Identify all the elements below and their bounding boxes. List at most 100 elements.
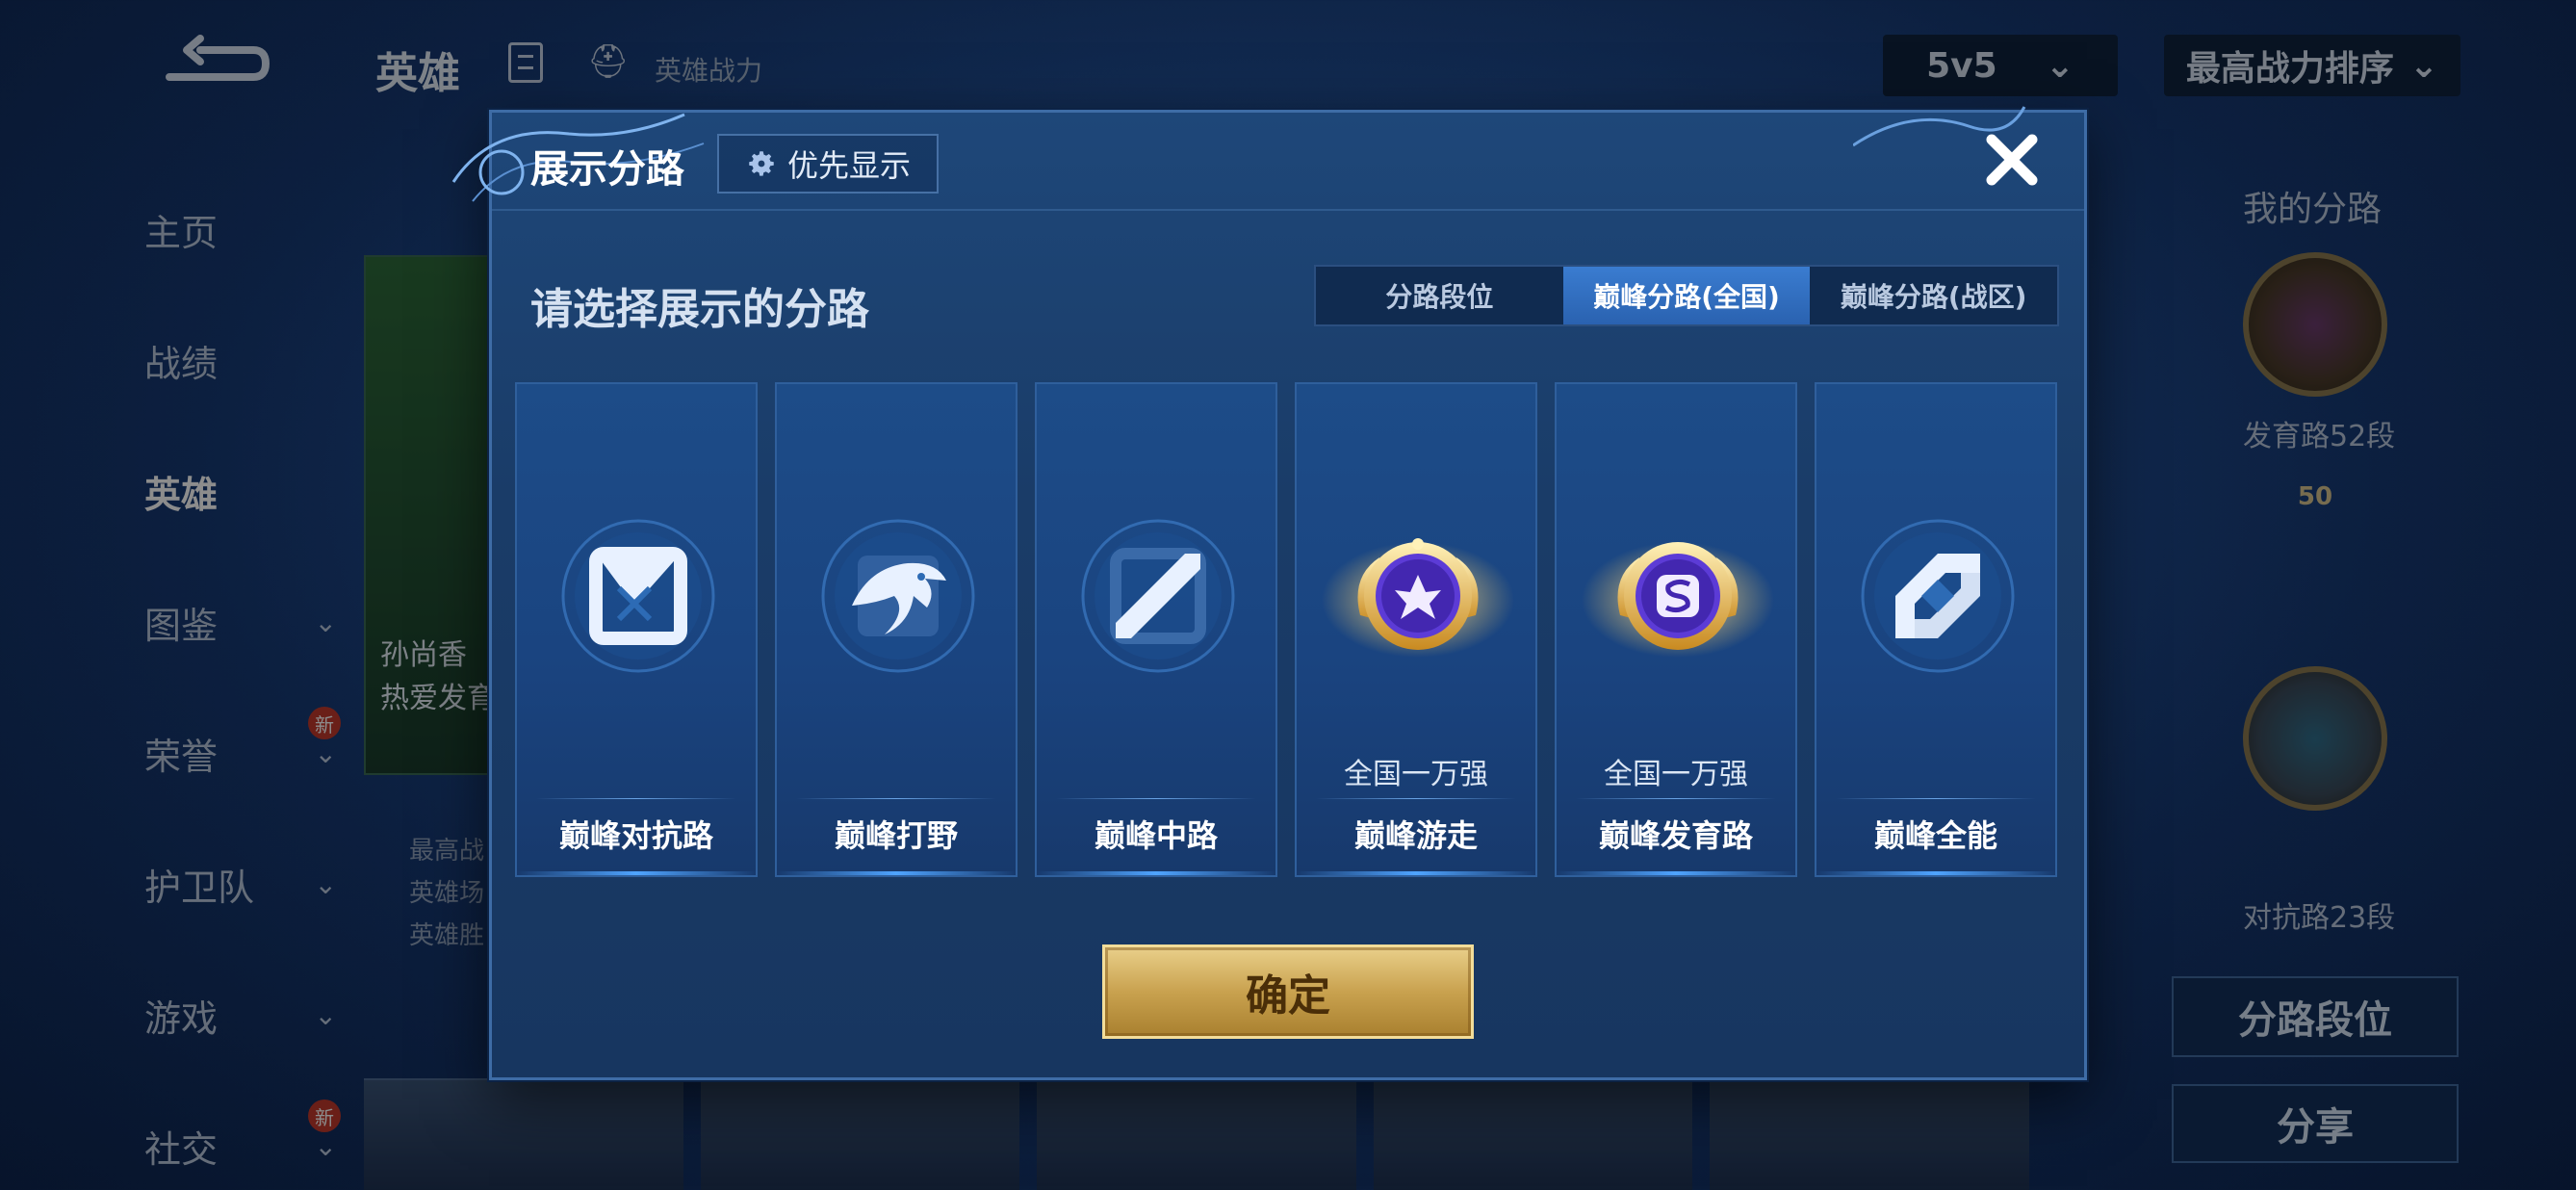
- lane-display-dialog: 展示分路 优先显示 请选择展示的分路 分路段位 巅峰分路(全国) 巅峰分路(战区…: [451, 106, 2087, 1080]
- hero-card-tag: 热爱发育: [380, 682, 496, 715]
- hero-power-label[interactable]: 英雄战力: [655, 50, 762, 89]
- tab-peak-national[interactable]: 巅峰分路(全国): [1562, 267, 1811, 324]
- hero-thumb[interactable]: [1037, 1078, 1356, 1190]
- stat-line: 英雄胜: [409, 921, 485, 950]
- nav-label: 战绩: [144, 342, 219, 385]
- lane-card-allround[interactable]: 巅峰全能: [1815, 382, 2057, 877]
- chevron-down-icon: ⌄: [2045, 45, 2074, 86]
- close-icon: [1986, 134, 2038, 186]
- nav-item-game[interactable]: 游戏 ⌄: [144, 949, 337, 1080]
- header-divider: [492, 209, 2084, 211]
- sort-select[interactable]: 最高战力排序 ⌄: [2164, 35, 2460, 96]
- lane-rank: 全国一万强: [1344, 758, 1488, 791]
- hero-thumb[interactable]: [1373, 1078, 1693, 1190]
- card-glow: [1037, 871, 1275, 875]
- lane-card-farm[interactable]: 全国一万强 巅峰发育路: [1555, 382, 1797, 877]
- back-arrow-icon[interactable]: [162, 35, 272, 89]
- card-glow: [1557, 871, 1795, 875]
- card-glow: [517, 871, 756, 875]
- chevron-down-icon: ⌄: [314, 737, 337, 769]
- lane-label: 巅峰中路: [1094, 817, 1218, 854]
- nav-label: 荣誉: [144, 735, 219, 778]
- nav-label: 主页: [144, 211, 219, 254]
- hero-list: [364, 1078, 2029, 1190]
- lane1-label: 发育路52段: [2243, 420, 2396, 453]
- clash-lane-emblem-icon: [2243, 666, 2387, 811]
- nav-item-guard[interactable]: 护卫队 ⌄: [144, 818, 337, 949]
- tab-lane-rank[interactable]: 分路段位: [1316, 267, 1563, 324]
- dialog-title: 展示分路: [530, 147, 684, 192]
- nav-label: 护卫队: [144, 866, 255, 909]
- priority-label: 优先显示: [786, 147, 911, 184]
- clash-lane-icon: [561, 519, 715, 673]
- priority-display-button[interactable]: 优先显示: [717, 134, 939, 194]
- lane2-label: 对抗路23段: [2243, 901, 2396, 935]
- nav-label: 英雄: [144, 473, 219, 516]
- stat-line: 英雄场: [409, 879, 485, 908]
- farm-gold-badge-icon: [1582, 542, 1774, 658]
- card-divider: [796, 798, 996, 799]
- mode-select[interactable]: 5v5 ⌄: [1883, 35, 2118, 96]
- nav-item-honor[interactable]: 荣誉 新 ⌄: [144, 687, 341, 818]
- gear-icon: [749, 151, 774, 176]
- lane-rank-button[interactable]: 分路段位: [2172, 976, 2459, 1057]
- nav-item-record[interactable]: 战绩: [144, 295, 337, 426]
- card-glow: [777, 871, 1016, 875]
- card-divider: [1576, 798, 1776, 799]
- mode-value: 5v5: [1926, 45, 1997, 86]
- chevron-down-icon: ⌄: [314, 867, 337, 900]
- hero-card-name: 孙尚香: [380, 638, 467, 672]
- hero-thumb[interactable]: [700, 1078, 1020, 1190]
- helmet-icon: ⛑: [587, 42, 630, 81]
- nav-item-hero[interactable]: 英雄: [144, 426, 337, 556]
- roam-gold-badge-icon: [1322, 538, 1514, 658]
- lane-label: 巅峰对抗路: [558, 817, 713, 854]
- hero-stats: 最高战 英雄场 英雄胜: [409, 830, 484, 957]
- lane-card-roam[interactable]: 全国一万强 巅峰游走: [1295, 382, 1537, 877]
- nav-item-home[interactable]: 主页: [144, 164, 337, 295]
- lane-label: 巅峰游走: [1353, 817, 1478, 854]
- stat-line: 最高战: [409, 837, 485, 866]
- jungle-dragon-icon: [821, 519, 975, 673]
- all-round-icon: [1861, 519, 2015, 673]
- lane-label: 巅峰全能: [1873, 817, 1997, 854]
- confirm-button[interactable]: 确定: [1102, 944, 1474, 1039]
- card-divider: [1316, 798, 1516, 799]
- lane-label: 巅峰打野: [834, 817, 958, 854]
- tab-peak-region[interactable]: 巅峰分路(战区): [1810, 267, 2057, 324]
- lane-card-clash[interactable]: 巅峰对抗路: [515, 382, 758, 877]
- sort-value: 最高战力排序: [2185, 49, 2394, 89]
- nav-item-social[interactable]: 社交 新 ⌄: [144, 1080, 341, 1190]
- mid-lane-icon: [1081, 519, 1235, 673]
- nav-label: 社交: [144, 1127, 219, 1171]
- sidebar-nav: 主页 战绩 英雄 图鉴 ⌄ 荣誉新 ⌄ 护卫队 ⌄ 游戏 ⌄ 社交新 ⌄: [144, 164, 341, 1190]
- chevron-down-icon: ⌄: [314, 1129, 337, 1162]
- lane-rank: 全国一万强: [1604, 758, 1748, 791]
- hero-thumb[interactable]: [1710, 1078, 2029, 1190]
- nav-label: 图鉴: [144, 604, 219, 647]
- share-button[interactable]: 分享: [2172, 1084, 2459, 1163]
- lane-card-list: 巅峰对抗路 巅峰打野 巅峰中路 全国一万强 巅峰游走 全国一万强 巅峰发育路 巅…: [515, 382, 2057, 877]
- hero-thumb[interactable]: [364, 1078, 683, 1190]
- lane-card-jungle[interactable]: 巅峰打野: [775, 382, 1018, 877]
- lane-card-mid[interactable]: 巅峰中路: [1035, 382, 1277, 877]
- nav-label: 游戏: [144, 996, 219, 1040]
- chevron-down-icon: ⌄: [2409, 45, 2439, 86]
- my-lanes-title: 我的分路: [2243, 190, 2383, 229]
- list-icon[interactable]: [508, 42, 543, 83]
- lane-tabs: 分路段位 巅峰分路(全国) 巅峰分路(战区): [1314, 265, 2059, 326]
- chevron-down-icon: ⌄: [314, 998, 337, 1031]
- chevron-down-icon: ⌄: [314, 606, 337, 638]
- lane-level: 50: [2297, 482, 2333, 511]
- card-divider: [536, 798, 736, 799]
- nav-item-codex[interactable]: 图鉴 ⌄: [144, 556, 337, 687]
- farm-lane-emblem-icon: [2243, 252, 2387, 397]
- card-glow: [1297, 871, 1535, 875]
- lane-label: 巅峰发育路: [1598, 817, 1753, 854]
- card-divider: [1836, 798, 2036, 799]
- card-glow: [1816, 871, 2055, 875]
- close-button[interactable]: [1978, 126, 2046, 194]
- dialog-subtitle: 请选择展示的分路: [530, 285, 869, 334]
- new-badge: 新: [308, 707, 341, 739]
- card-divider: [1056, 798, 1256, 799]
